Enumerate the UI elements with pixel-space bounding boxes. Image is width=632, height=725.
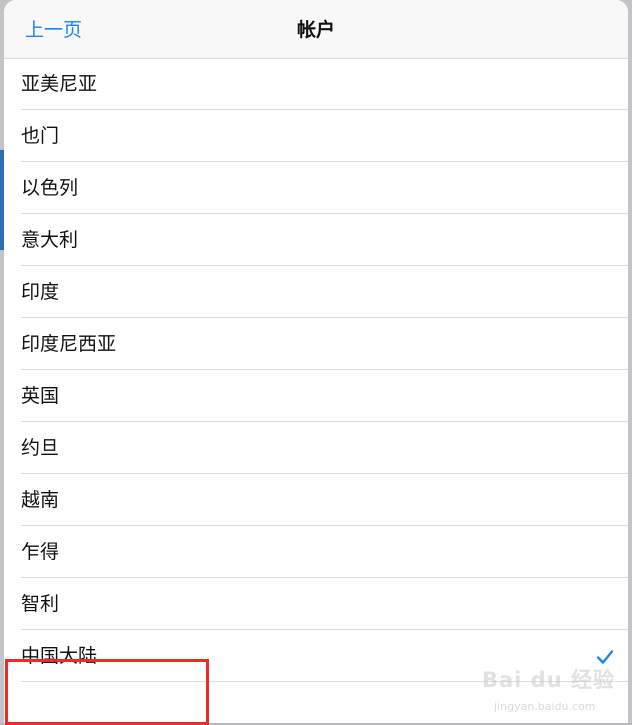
country-label: 约旦 [21,437,60,459]
country-row[interactable]: 印度尼西亚 [4,318,628,370]
country-row[interactable]: 亚美尼亚 [4,58,628,110]
country-row[interactable]: 印度 [4,266,628,318]
country-row[interactable]: 意大利 [4,214,628,266]
page-title: 帐户 [296,19,335,41]
country-row[interactable]: 以色列 [4,162,628,214]
country-row[interactable]: 智利 [4,578,628,630]
account-sheet: 牙买加亚美尼亚也门以色列意大利印度印度尼西亚英国约旦越南乍得智利中国大陆 上一页… [4,0,628,723]
navigation-bar: 上一页 帐户 [4,0,628,59]
country-row[interactable]: 越南 [4,474,628,526]
country-label: 乍得 [21,541,60,563]
country-row[interactable]: 也门 [4,110,628,162]
country-label: 越南 [21,489,60,511]
row-divider [21,681,628,682]
country-label: 以色列 [21,177,79,199]
country-label: 也门 [21,125,60,147]
country-row[interactable]: 英国 [4,370,628,422]
country-label: 印度尼西亚 [21,333,117,355]
country-label: 意大利 [21,229,79,251]
country-row[interactable]: 乍得 [4,526,628,578]
country-row[interactable]: 约旦 [4,422,628,474]
country-label: 亚美尼亚 [21,73,98,95]
country-label: 英国 [21,385,60,407]
country-list[interactable]: 牙买加亚美尼亚也门以色列意大利印度印度尼西亚英国约旦越南乍得智利中国大陆 [4,6,628,682]
country-label: 智利 [21,593,60,615]
country-label: 中国大陆 [21,645,98,667]
checkmark-icon [596,650,614,664]
country-label: 印度 [21,281,60,303]
country-row[interactable]: 中国大陆 [4,630,628,682]
